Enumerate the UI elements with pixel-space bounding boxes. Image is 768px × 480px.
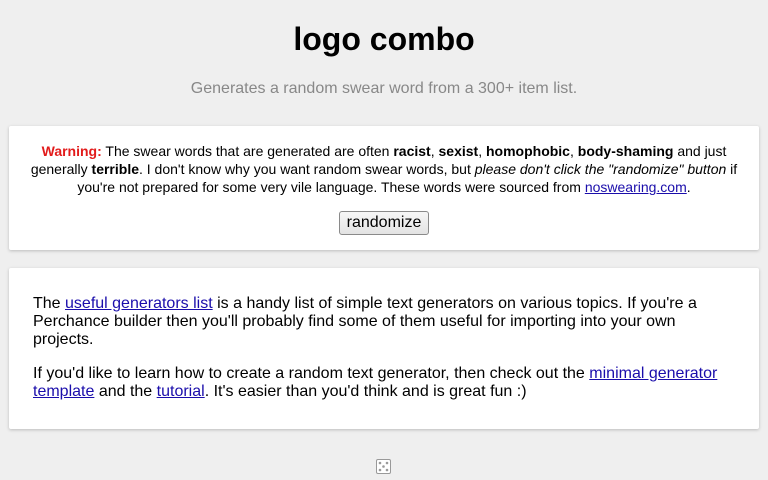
info-text-part: The	[33, 295, 66, 312]
warning-text-part: ,	[478, 143, 486, 159]
info-text-part: . It's easier than you'd think and is gr…	[204, 383, 527, 400]
warning-italic-text: please don't click the "randomize" butto…	[474, 161, 727, 177]
warning-keyword: body-shaming	[577, 143, 674, 159]
warning-text-part: . I don't know why you want random swear…	[139, 161, 475, 177]
warning-text-part: The swear words that are generated are o…	[101, 143, 394, 159]
page-title: logo combo	[293, 21, 475, 57]
noswearing-link[interactable]: noswearing.com	[585, 179, 687, 195]
warning-card: Warning: The swear words that are genera…	[9, 126, 759, 250]
info-paragraph-1: The useful generators list is a handy li…	[33, 295, 733, 349]
dice-icon[interactable]	[376, 459, 391, 474]
warning-label: Warning:	[41, 143, 102, 159]
randomize-button[interactable]: randomize	[339, 211, 429, 235]
warning-text: Warning: The swear words that are genera…	[23, 142, 745, 196]
info-text-part: and the	[94, 383, 157, 400]
useful-generators-link[interactable]: useful generators list	[65, 295, 213, 312]
warning-keyword: terrible	[91, 161, 139, 177]
warning-text-part: ,	[569, 143, 578, 159]
warning-text-part: ,	[430, 143, 439, 159]
warning-keyword: racist	[393, 143, 431, 159]
warning-text-part: .	[686, 179, 691, 195]
info-paragraph-2: If you'd like to learn how to create a r…	[33, 365, 733, 401]
warning-keyword: homophobic	[485, 143, 570, 159]
page-subtitle: Generates a random swear word from a 300…	[190, 80, 578, 97]
info-card: The useful generators list is a handy li…	[9, 268, 759, 429]
warning-keyword: sexist	[438, 143, 479, 159]
tutorial-link[interactable]: tutorial	[157, 383, 205, 400]
page: logo combo Generates a random swear word…	[0, 0, 768, 480]
info-text-part: If you'd like to learn how to create a r…	[33, 365, 590, 382]
